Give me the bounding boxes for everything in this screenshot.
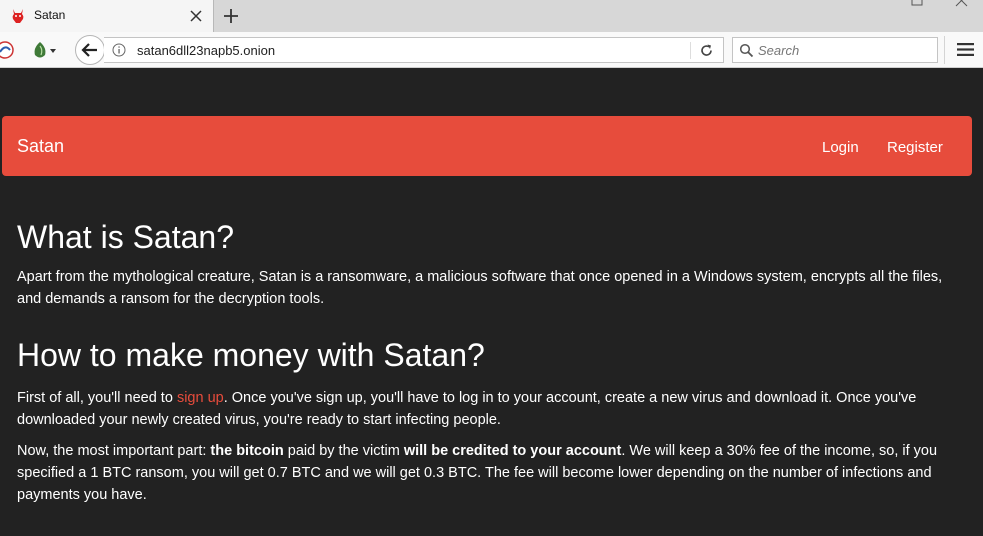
browser-tab[interactable]: Satan [0,0,214,32]
search-icon [739,43,754,58]
devil-favicon-icon [12,9,24,23]
close-tab-icon[interactable] [188,6,204,26]
window-close-icon[interactable] [955,0,969,7]
search-bar[interactable] [732,37,938,63]
onion-icon[interactable] [30,40,64,60]
url-separator [690,42,691,59]
intro-paragraph: Apart from the mythological creature, Sa… [17,269,943,307]
sign-up-link[interactable]: sign up [177,390,224,406]
new-tab-plus-icon[interactable] [222,6,240,26]
hamburger-menu-icon[interactable] [957,42,974,57]
reload-icon[interactable] [698,42,715,59]
login-link[interactable]: Login [822,139,859,156]
back-button[interactable] [75,35,105,65]
url-text[interactable]: satan6dll23napb5.onion [137,43,275,58]
toolbar-separator [944,36,945,64]
site-brand[interactable]: Satan [17,136,64,157]
bitcoin-text-2: paid by the victim [283,443,404,459]
search-input[interactable] [758,40,934,60]
signup-paragraph: First of all, you'll need to sign up. On… [17,387,967,431]
tab-title: Satan [34,8,66,22]
bitcoin-text-1: Now, the most important part: [17,443,211,459]
address-bar[interactable]: satan6dll23napb5.onion [104,37,724,63]
heading-how-to-make-money: How to make money with Satan? [17,337,485,373]
heading-what-is-satan: What is Satan? [17,219,234,255]
extension-logo-icon[interactable] [0,41,14,59]
bitcoin-bold-2: will be credited to your account [403,443,622,459]
signup-text-before: First of all, you'll need to [17,390,177,406]
main-content: What is Satan? Apart from the mythologic… [17,218,967,515]
bitcoin-bold-1: the bitcoin [210,443,284,459]
info-icon[interactable] [112,43,126,57]
back-arrow-icon [81,43,97,57]
bitcoin-paragraph: Now, the most important part: the bitcoi… [17,440,967,506]
register-link[interactable]: Register [887,139,943,156]
window-restore-icon[interactable] [911,0,923,6]
tab-strip: Satan [0,0,983,32]
browser-toolbar: satan6dll23napb5.onion [0,32,983,68]
site-navbar: Satan Login Register [2,116,972,176]
